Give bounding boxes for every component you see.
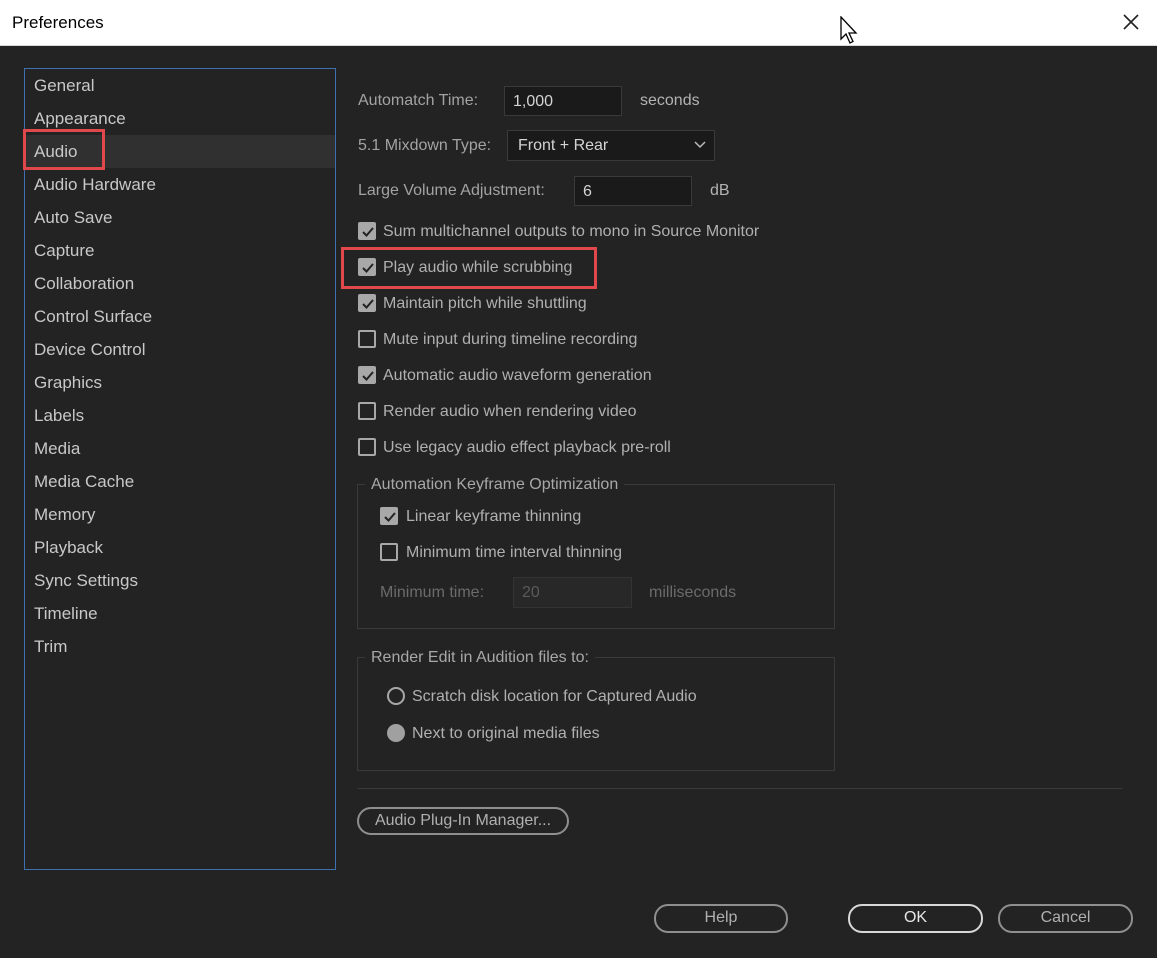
help-button[interactable]: Help [654,904,788,933]
nav-item-collaboration[interactable]: Collaboration [34,269,134,299]
automatch-time-input[interactable]: 1,000 [504,86,622,116]
cancel-button[interactable]: Cancel [998,904,1133,933]
nav-item-graphics[interactable]: Graphics [34,368,102,398]
volume-adjustment-input[interactable]: 6 [574,176,692,206]
legacy-preroll-label: Use legacy audio effect playback pre-rol… [383,439,671,456]
mixdown-value: Front + Rear [518,137,609,154]
linear-thinning-checkbox[interactable] [380,507,398,525]
window-title: Preferences [12,13,104,32]
ok-button[interactable]: OK [848,904,983,933]
category-list: General Appearance Audio Audio Hardware … [24,68,336,870]
next-to-media-label: Next to original media files [412,725,600,742]
mixdown-type-select[interactable]: Front + Rear [507,130,715,161]
volume-unit: dB [710,182,730,199]
render-audio-label: Render audio when rendering video [383,403,637,420]
nav-item-sync-settings[interactable]: Sync Settings [34,566,138,596]
audio-highlight-box [23,129,105,170]
auto-waveform-checkbox[interactable] [358,366,376,384]
keyframe-group-title: Automation Keyframe Optimization [365,475,625,495]
automatch-unit: seconds [640,92,700,109]
min-time-label: Minimum time: [380,584,485,601]
nav-item-labels[interactable]: Labels [34,401,84,431]
mute-input-label: Mute input during timeline recording [383,331,638,348]
scratch-disk-radio[interactable] [387,687,405,705]
mixdown-label: 5.1 Mixdown Type: [358,137,492,154]
auto-waveform-label: Automatic audio waveform generation [383,367,652,384]
title-bar [0,0,1157,46]
minimum-thinning-label: Minimum time interval thinning [406,544,623,561]
nav-item-media[interactable]: Media [34,434,80,464]
audio-plugin-manager-button[interactable]: Audio Plug-In Manager... [357,807,569,835]
maintain-pitch-checkbox[interactable] [358,294,376,312]
legacy-preroll-checkbox[interactable] [358,438,376,456]
min-time-input: 20 [513,577,632,608]
nav-item-trim[interactable]: Trim [34,632,67,662]
close-icon[interactable] [1118,9,1144,35]
scrubbing-highlight-box [341,247,597,289]
mute-input-checkbox[interactable] [358,330,376,348]
nav-item-audio-hardware[interactable]: Audio Hardware [34,170,156,200]
mouse-cursor-icon [839,15,861,46]
sum-multichannel-label: Sum multichannel outputs to mono in Sour… [383,223,760,240]
next-to-media-radio[interactable] [387,724,405,742]
sum-multichannel-checkbox[interactable] [358,222,376,240]
chevron-down-icon [694,141,706,149]
linear-thinning-label: Linear keyframe thinning [406,508,582,525]
minimum-thinning-checkbox[interactable] [380,543,398,561]
section-divider [358,788,1122,789]
scratch-disk-label: Scratch disk location for Captured Audio [412,688,697,705]
maintain-pitch-label: Maintain pitch while shuttling [383,295,587,312]
nav-item-playback[interactable]: Playback [34,533,103,563]
render-audio-checkbox[interactable] [358,402,376,420]
render-group-title: Render Edit in Audition files to: [365,648,595,668]
volume-label: Large Volume Adjustment: [358,182,545,199]
nav-item-device-control[interactable]: Device Control [34,335,146,365]
nav-item-timeline[interactable]: Timeline [34,599,98,629]
render-edit-group [357,657,835,771]
nav-item-media-cache[interactable]: Media Cache [34,467,134,497]
automatch-label: Automatch Time: [358,92,479,109]
nav-item-control-surface[interactable]: Control Surface [34,302,152,332]
nav-item-capture[interactable]: Capture [34,236,94,266]
nav-item-general[interactable]: General [34,71,94,101]
nav-item-memory[interactable]: Memory [34,500,95,530]
nav-item-auto-save[interactable]: Auto Save [34,203,112,233]
min-time-unit: milliseconds [649,584,737,601]
